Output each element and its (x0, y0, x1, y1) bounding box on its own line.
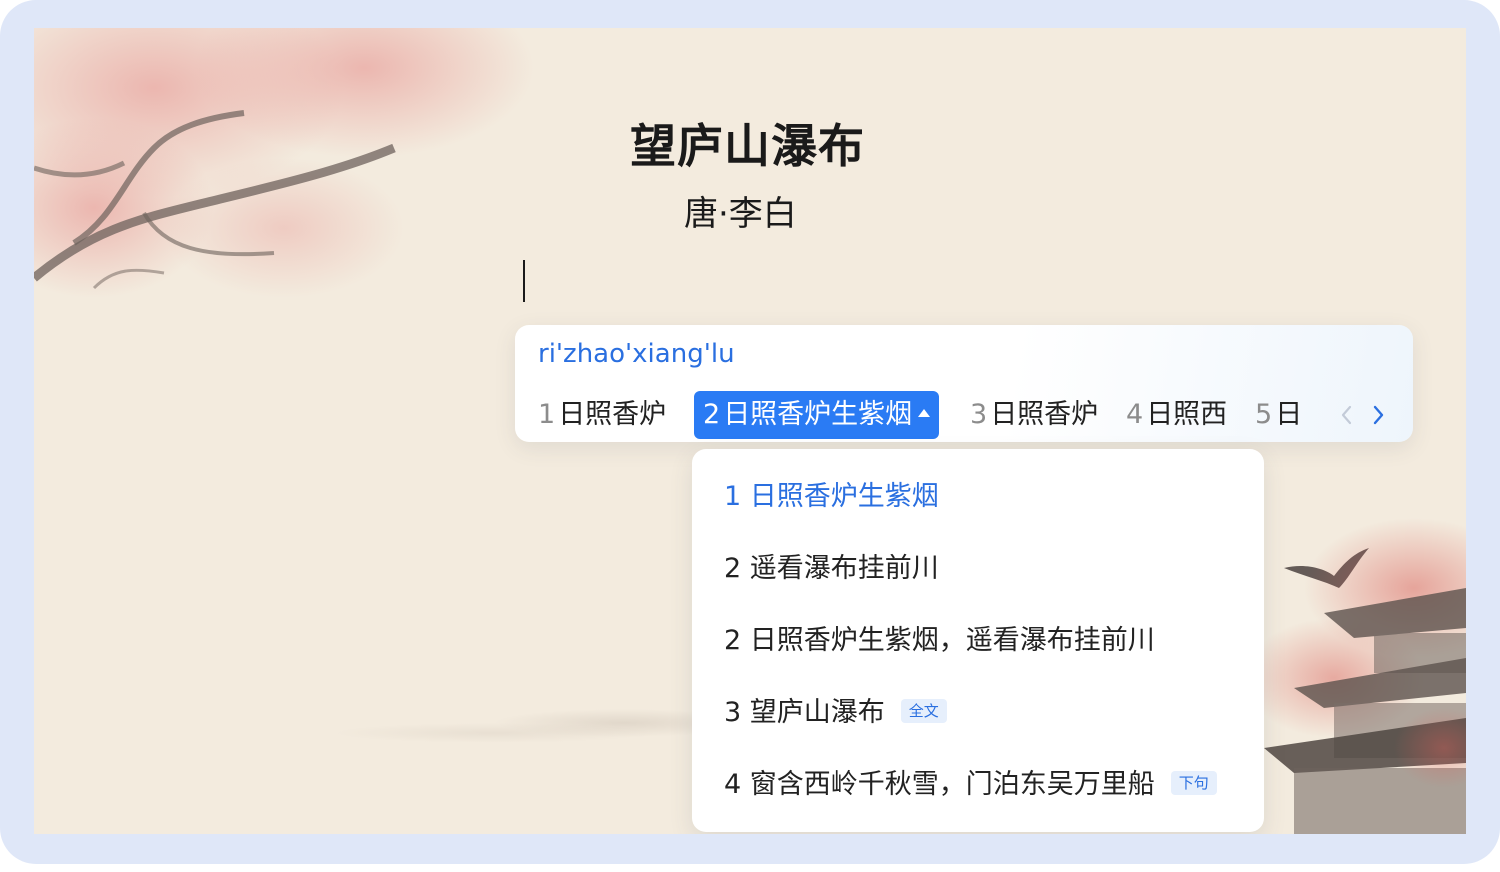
candidate-text: 日照香炉 (558, 399, 667, 430)
candidate-number: 4 (1126, 399, 1144, 430)
document-canvas[interactable]: 望庐山瀑布 唐·李白 ri'zhao'xiang'lu 1 日照香炉 2 日照香炉生… (34, 28, 1466, 834)
ime-candidate-panel: ri'zhao'xiang'lu 1 日照香炉 2 日照香炉生紫烟 3 日照香炉 4日… (515, 325, 1413, 442)
expanded-candidate-dropdown: 1 日照香炉生紫烟 2 遥看瀑布挂前川 2 日照香炉生紫烟，遥看瀑布挂前川 3 … (692, 449, 1264, 832)
candidate-text: 日 (1275, 399, 1303, 430)
caret-up-icon[interactable] (918, 408, 931, 417)
candidate-5[interactable]: 5日 (1255, 391, 1302, 439)
candidate-text: 日照西 (1146, 399, 1228, 430)
candidate-4[interactable]: 4 日照西 (1126, 391, 1227, 439)
candidate-number: 1 (538, 399, 556, 430)
item-number: 3 (724, 697, 742, 728)
candidate-number: 3 (970, 399, 988, 430)
dropdown-item-1[interactable]: 1 日照香炉生紫烟 (724, 477, 939, 517)
dropdown-item-3[interactable]: 2 日照香炉生紫烟，遥看瀑布挂前川 (724, 621, 1155, 661)
item-text: 日照香炉生紫烟 (749, 481, 939, 512)
candidate-list: 1 日照香炉 2 日照香炉生紫烟 3 日照香炉 4 日照西 5日 (515, 391, 1413, 439)
full-text-badge: 全文 (900, 698, 947, 723)
item-text: 窗含西岭千秋雪，门泊东吴万里船 (749, 769, 1155, 800)
candidate-text: 日照香炉 (990, 399, 1099, 430)
chevron-left-icon[interactable] (1337, 401, 1357, 429)
item-text: 望庐山瀑布 (749, 697, 885, 728)
item-number: 4 (724, 769, 742, 800)
dropdown-item-4[interactable]: 3 望庐山瀑布 全文 (724, 693, 947, 733)
item-text: 遥看瀑布挂前川 (749, 553, 939, 584)
next-line-badge: 下句 (1170, 770, 1217, 795)
poem-title: 望庐山瀑布 (630, 119, 865, 173)
window-frame: 望庐山瀑布 唐·李白 ri'zhao'xiang'lu 1 日照香炉 2 日照香炉生… (0, 0, 1500, 864)
item-text: 日照香炉生紫烟，遥看瀑布挂前川 (749, 625, 1155, 656)
poem-author: 唐·李白 (684, 194, 797, 234)
item-number: 1 (724, 481, 742, 512)
candidate-3[interactable]: 3 日照香炉 (970, 391, 1098, 439)
item-number: 2 (724, 553, 742, 584)
candidate-number: 5 (1255, 399, 1273, 430)
pinyin-composition: ri'zhao'xiang'lu (538, 339, 735, 369)
candidate-text: 日照香炉生紫烟 (723, 399, 913, 430)
candidate-2-selected[interactable]: 2 日照香炉生紫烟 (694, 391, 940, 439)
candidate-number: 2 (703, 399, 721, 430)
dropdown-item-2[interactable]: 2 遥看瀑布挂前川 (724, 549, 939, 589)
chevron-right-icon[interactable] (1368, 401, 1388, 429)
candidate-1[interactable]: 1 日照香炉 (538, 391, 666, 439)
dropdown-item-5[interactable]: 4 窗含西岭千秋雪，门泊东吴万里船 下句 (724, 765, 1217, 805)
text-caret (523, 260, 525, 302)
item-number: 2 (724, 625, 742, 656)
